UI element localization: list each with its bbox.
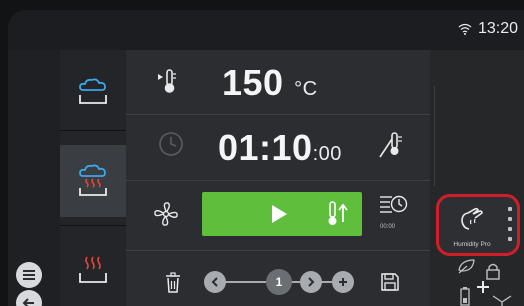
time-display: 13:20 [477,20,518,37]
hot-air-mode-button[interactable] [60,238,126,300]
delayed-start-button[interactable] [378,193,408,221]
core-probe-icon[interactable] [378,131,404,159]
cooking-mode-column [60,50,126,306]
back-button[interactable] [16,290,42,306]
temperature-row[interactable]: 150 °C [126,50,430,114]
wifi-icon [458,23,472,35]
menu-icon [22,269,36,281]
play-icon [270,204,288,224]
lock-icon[interactable] [486,262,500,280]
trash-icon[interactable] [164,272,182,294]
battery-icon [460,286,470,306]
function-column: Humidity Pro [430,50,524,306]
row-divider [126,250,430,251]
humidity-pro-button[interactable]: Humidity Pro [436,194,520,256]
mode-divider [60,225,126,226]
timer-main: 01:10 [218,127,313,168]
add-icon[interactable] [476,280,490,294]
temperature-value: 150 [222,62,284,103]
back-arrow-icon [22,296,36,306]
column-divider [434,86,435,186]
humidity-hand-icon [459,205,485,233]
clock: 13:20 [458,20,518,38]
humidity-pro-label: Humidity Pro [453,241,491,248]
next-step-button[interactable] [300,271,322,293]
row-divider [126,180,430,181]
temperature-unit: °C [294,78,318,100]
plus-icon [338,277,348,287]
previous-step-button[interactable] [204,271,226,293]
antenna-icon [492,294,512,306]
steam-mode-button[interactable] [60,58,126,124]
save-icon[interactable] [380,272,400,292]
timer-display: 01:10:00 [218,127,342,169]
start-button[interactable] [202,192,362,236]
temperature-display: 150 °C [222,62,318,104]
menu-button[interactable] [16,262,42,288]
preheat-icon [326,200,350,228]
delayed-start-time: 00:00 [380,224,396,230]
leaf-icon[interactable] [458,258,476,274]
steam-cloud-icon [77,76,109,106]
clock-icon [158,131,184,157]
step-number: 1 [275,275,283,289]
mode-divider [60,130,126,131]
main-control-panel: 150 °C 01:10:00 00:00 1 [126,50,430,306]
chevron-right-icon [307,277,315,287]
chevron-left-icon [211,277,219,287]
status-bar: 13:20 [8,10,524,50]
humidity-level-bar [507,207,513,241]
thermometer-set-icon [156,68,178,94]
step-indicator: 1 [266,269,292,295]
oven-control-screen: 13:20 150 °C 01:10:00 00:00 1 Humidity P… [8,10,524,306]
fan-icon[interactable] [152,200,180,228]
hot-air-icon [77,253,109,285]
timer-row[interactable]: 01:10:00 [126,115,430,179]
combi-mode-button[interactable] [60,145,126,217]
program-step-navigator: 1 [204,269,354,295]
combi-cloud-heat-icon [77,164,109,198]
timer-seconds: :00 [312,143,342,165]
add-step-button[interactable] [332,271,354,293]
